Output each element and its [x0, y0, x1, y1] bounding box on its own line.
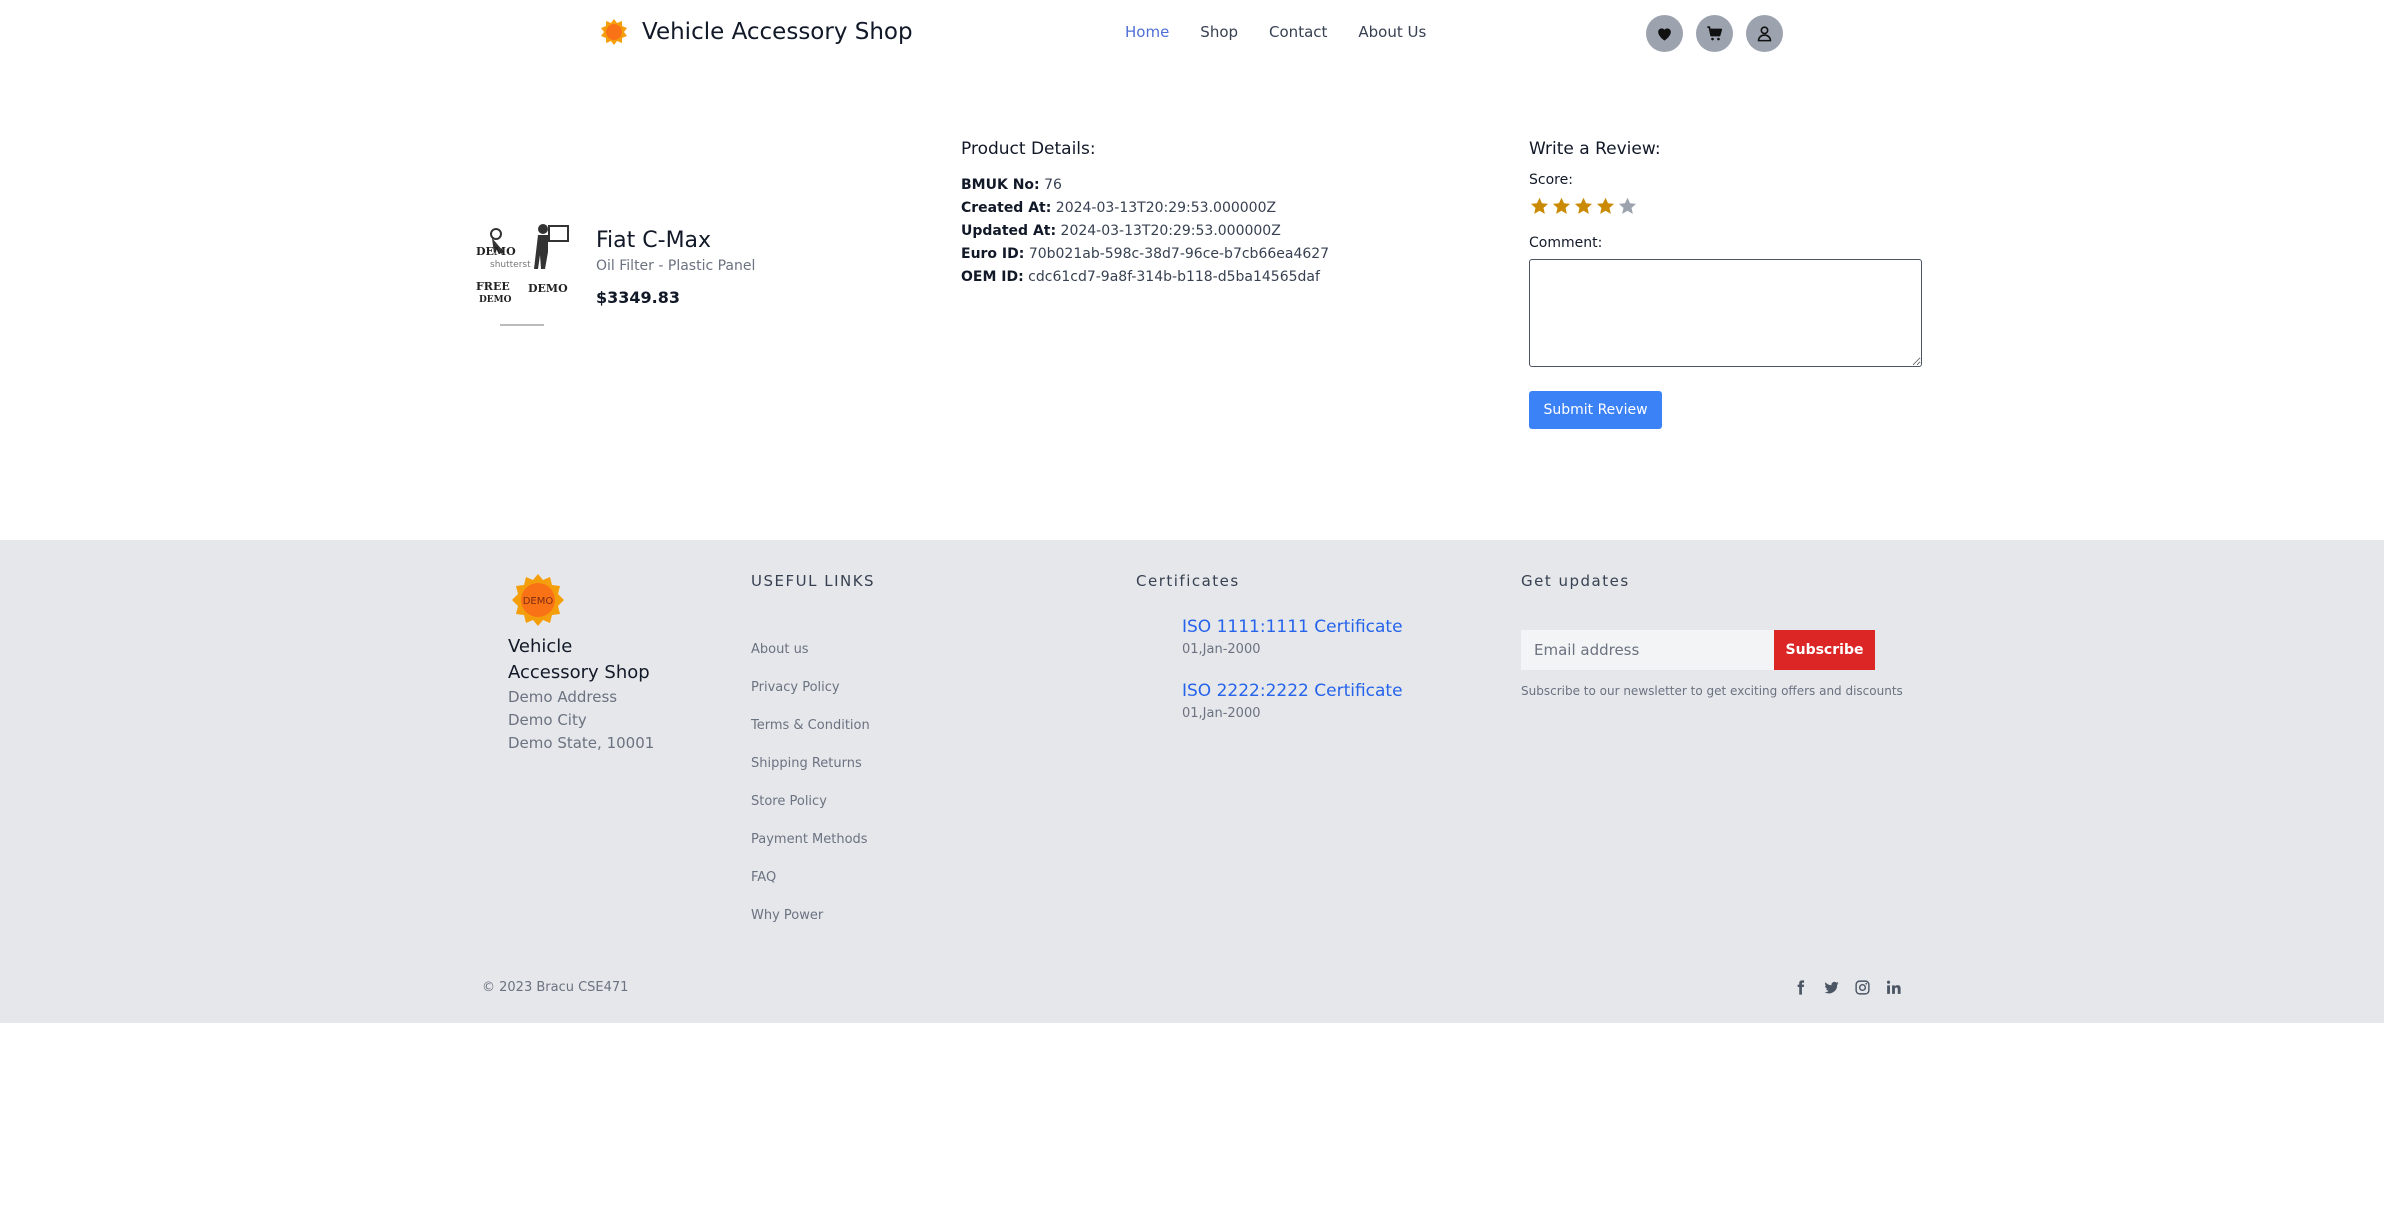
footer-address-line: Demo Address [508, 688, 618, 706]
footer-address-line: Demo State, 10001 [508, 734, 655, 752]
detail-label: Created At: [961, 200, 1052, 216]
cart-icon [1707, 26, 1723, 41]
product-image: DEMO shutterst FREE DEMO DEMO [476, 220, 572, 338]
review-form: Write a Review: Score: Comment: Submit R… [1529, 139, 1922, 429]
footer-link-about-us[interactable]: About us [751, 631, 875, 669]
site-footer: DEMO Vehicle Accessory Shop Demo Address… [0, 540, 2384, 1023]
product-subtitle: Oil Filter - Plastic Panel [596, 258, 756, 274]
brand[interactable]: Vehicle Accessory Shop [600, 18, 913, 46]
footer-link-payment-methods[interactable]: Payment Methods [751, 821, 875, 859]
star-filled-icon[interactable] [1551, 196, 1572, 217]
svg-text:DEMO: DEMO [523, 596, 554, 607]
subscribe-button[interactable]: Subscribe [1774, 630, 1875, 670]
footer-brand-name: Vehicle Accessory Shop [508, 636, 650, 683]
instagram-icon [1855, 980, 1870, 995]
detail-row-updated: Updated At: 2024-03-13T20:29:53.000000Z [961, 220, 1329, 243]
certificate-link[interactable]: ISO 2222:2222 Certificate [1182, 681, 1403, 701]
heart-icon [1658, 28, 1671, 41]
detail-label: Updated At: [961, 223, 1057, 239]
star-empty-icon[interactable] [1617, 196, 1638, 217]
footer-address-line: Demo City [508, 711, 587, 729]
email-input[interactable] [1521, 630, 1774, 670]
star-filled-icon[interactable] [1529, 196, 1550, 217]
nav-shop[interactable]: Shop [1200, 23, 1238, 41]
svg-text:DEMO: DEMO [479, 295, 512, 305]
detail-value: 70b021ab-598c-38d7-96ce-b7cb66ea4627 [1028, 246, 1330, 262]
instagram-link[interactable] [1853, 978, 1872, 997]
footer-certificates: Certificates ISO 1111:1111 Certificate 0… [1136, 572, 1403, 721]
certificate-item: ISO 2222:2222 Certificate 01,Jan-2000 [1182, 681, 1403, 721]
comment-textarea[interactable] [1529, 259, 1922, 367]
account-button[interactable] [1746, 15, 1783, 52]
social-links [1791, 978, 1903, 997]
brand-name: Vehicle Accessory Shop [642, 19, 913, 45]
subscribe-note: Subscribe to our newsletter to get excit… [1521, 684, 1903, 698]
nav-about-us[interactable]: About Us [1358, 23, 1426, 41]
footer-link-privacy-policy[interactable]: Privacy Policy [751, 669, 875, 707]
certificate-date: 01,Jan-2000 [1182, 642, 1261, 657]
star-filled-icon[interactable] [1595, 196, 1616, 217]
footer-link-shipping-returns[interactable]: Shipping Returns [751, 745, 875, 783]
star-rating[interactable] [1529, 196, 1922, 217]
star-filled-icon[interactable] [1573, 196, 1594, 217]
certificate-item: ISO 1111:1111 Certificate 01,Jan-2000 [1182, 617, 1403, 657]
certificates-heading: Certificates [1136, 572, 1240, 590]
header-actions [1646, 15, 1783, 52]
wishlist-button[interactable] [1646, 15, 1683, 52]
linkedin-icon [1886, 980, 1901, 994]
detail-row-bmuk: BMUK No: 76 [961, 174, 1329, 197]
user-icon [1757, 26, 1772, 42]
svg-text:FREE: FREE [476, 280, 510, 293]
site-header: Vehicle Accessory Shop Home Shop Contact… [0, 0, 2384, 68]
footer-link-store-policy[interactable]: Store Policy [751, 783, 875, 821]
linkedin-link[interactable] [1884, 978, 1903, 997]
twitter-link[interactable] [1822, 978, 1841, 997]
product-info: Fiat C-Max Oil Filter - Plastic Panel $3… [596, 228, 755, 307]
detail-value: cdc61cd7-9a8f-314b-b118-d5ba14565daf [1028, 269, 1320, 285]
svg-text:DEMO: DEMO [476, 245, 516, 258]
svg-text:DEMO: DEMO [528, 282, 568, 295]
svg-text:shutterst: shutterst [490, 260, 531, 270]
product-details: Product Details: BMUK No: 76 Created At:… [961, 139, 1329, 289]
detail-label: OEM ID: [961, 269, 1024, 285]
footer-link-why-power[interactable]: Why Power [751, 897, 875, 935]
nav-home[interactable]: Home [1125, 23, 1169, 41]
detail-row-created: Created At: 2024-03-13T20:29:53.000000Z [961, 197, 1329, 220]
certificate-link[interactable]: ISO 1111:1111 Certificate [1182, 617, 1403, 637]
detail-label: BMUK No: [961, 177, 1040, 193]
useful-links-heading: USEFUL LINKS [751, 572, 876, 590]
comment-label: Comment: [1529, 235, 1603, 251]
copyright: © 2023 Bracu CSE471 [482, 980, 629, 995]
footer-newsletter: Get updates Subscribe Subscribe to our n… [1521, 572, 1903, 698]
detail-value: 2024-03-13T20:29:53.000000Z [1060, 223, 1281, 239]
facebook-link[interactable] [1791, 978, 1810, 997]
detail-row-euro-id: Euro ID: 70b021ab-598c-38d7-96ce-b7cb66e… [961, 243, 1329, 266]
detail-label: Euro ID: [961, 246, 1025, 262]
detail-row-oem-id: OEM ID: cdc61cd7-9a8f-314b-b118-d5ba1456… [961, 266, 1329, 289]
main-nav: Home Shop Contact About Us [1125, 23, 1426, 41]
footer-useful-links: USEFUL LINKS About us Privacy Policy Ter… [751, 572, 875, 935]
footer-link-faq[interactable]: FAQ [751, 859, 875, 897]
footer-link-terms[interactable]: Terms & Condition [751, 707, 875, 745]
certificate-date: 01,Jan-2000 [1182, 706, 1261, 721]
footer-brand: DEMO Vehicle Accessory Shop Demo Address… [508, 572, 668, 755]
product-details-title: Product Details: [961, 139, 1096, 159]
cart-button[interactable] [1696, 15, 1733, 52]
demo-badge-logo-icon [601, 19, 627, 45]
useful-links-list: About us Privacy Policy Terms & Conditio… [751, 631, 875, 935]
subscribe-form: Subscribe [1521, 630, 1903, 670]
facebook-icon [1797, 980, 1805, 995]
product-price: $3349.83 [596, 288, 681, 307]
product-card: DEMO shutterst FREE DEMO DEMO Fiat C-Max… [476, 220, 755, 338]
demo-badge-logo-icon: DEMO [512, 574, 564, 626]
score-label: Score: [1529, 172, 1573, 188]
product-name: Fiat C-Max [596, 228, 712, 253]
nav-contact[interactable]: Contact [1269, 23, 1327, 41]
submit-review-button[interactable]: Submit Review [1529, 391, 1662, 429]
detail-value: 2024-03-13T20:29:53.000000Z [1055, 200, 1277, 216]
review-title: Write a Review: [1529, 139, 1661, 159]
detail-value: 76 [1044, 177, 1062, 193]
twitter-icon [1824, 981, 1839, 994]
updates-heading: Get updates [1521, 572, 1630, 590]
